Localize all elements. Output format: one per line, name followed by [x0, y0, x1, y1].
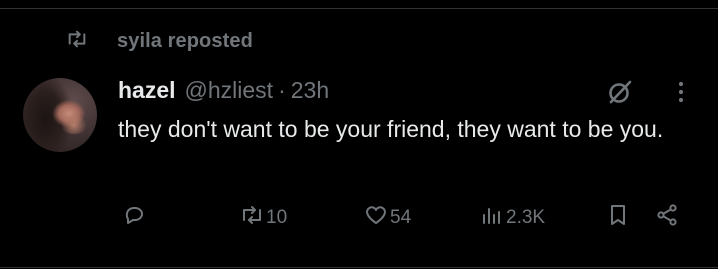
views-button[interactable]: 2.3K — [480, 203, 545, 233]
like-count: 54 — [390, 207, 412, 228]
heart-icon — [364, 203, 388, 233]
reply-button[interactable] — [122, 203, 146, 233]
top-divider — [0, 8, 718, 9]
grok-icon[interactable] — [605, 77, 635, 107]
repost-label[interactable]: syila reposted — [117, 30, 253, 53]
separator-dot: · — [278, 76, 286, 103]
views-icon — [480, 203, 504, 233]
repost-icon — [66, 28, 88, 55]
views-count: 2.3K — [506, 207, 546, 228]
tweet-header: hazel @hzliest · 23h — [118, 74, 329, 106]
bookmark-icon — [606, 203, 630, 233]
action-bar: 10 54 2.3K — [0, 202, 718, 232]
retweet-button[interactable]: 10 — [240, 203, 287, 233]
share-button[interactable] — [655, 203, 679, 233]
bookmark-button[interactable] — [606, 203, 630, 233]
reply-icon — [122, 203, 146, 233]
share-icon — [655, 203, 679, 233]
author-handle[interactable]: @hzliest — [185, 77, 274, 104]
retweet-count: 10 — [266, 207, 288, 228]
retweet-icon — [240, 203, 264, 233]
avatar[interactable] — [23, 78, 97, 152]
tweet-text: they don't want to be your friend, they … — [118, 116, 664, 142]
bottom-divider — [0, 267, 718, 268]
more-icon[interactable] — [676, 80, 686, 104]
author-name[interactable]: hazel — [118, 77, 176, 104]
repost-context: syila reposted — [66, 29, 253, 53]
like-button[interactable]: 54 — [364, 203, 411, 233]
tweet-timestamp[interactable]: 23h — [291, 77, 329, 104]
